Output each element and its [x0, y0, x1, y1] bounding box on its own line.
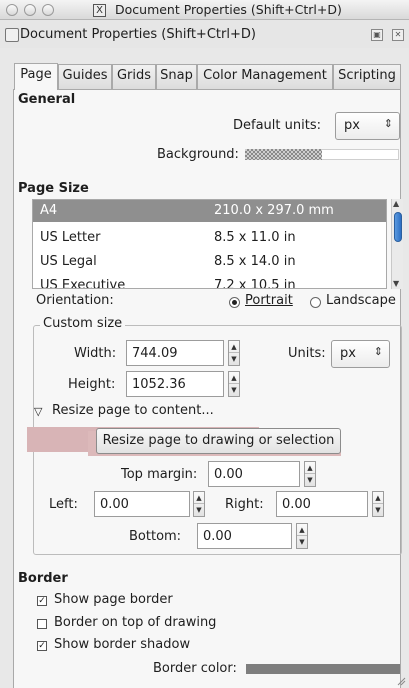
width-stepper[interactable]: ▲ ▼ [228, 340, 240, 366]
spin-up-icon[interactable]: ▲ [297, 524, 307, 536]
width-input[interactable]: 744.09 [126, 340, 224, 366]
right-margin-stepper[interactable]: ▲ ▼ [372, 491, 384, 517]
scroll-down-icon[interactable]: ▼ [393, 279, 399, 288]
tab-page[interactable]: Page [14, 63, 58, 90]
dock-close-button[interactable]: ✕ [392, 29, 404, 41]
height-stepper[interactable]: ▲ ▼ [228, 371, 240, 397]
height-label: Height: [68, 377, 116, 392]
page-size-heading: Page Size [18, 181, 89, 196]
list-item[interactable]: A4 210.0 x 297.0 mm [33, 200, 386, 222]
spin-down-icon[interactable]: ▼ [305, 474, 315, 486]
spin-down-icon[interactable]: ▼ [229, 353, 239, 365]
bottom-margin-stepper[interactable]: ▲ ▼ [296, 523, 308, 549]
units-label: Units: [288, 346, 326, 361]
page-size-dimensions: 8.5 x 14.0 in [214, 254, 296, 269]
right-margin-label: Right: [225, 497, 264, 512]
background-label: Background: [157, 147, 239, 162]
default-units-value: px [344, 118, 360, 133]
page-size-list[interactable]: A4 210.0 x 297.0 mm US Letter 8.5 x 11.0… [32, 199, 387, 289]
tab-grids[interactable]: Grids [112, 64, 156, 89]
spin-up-icon[interactable]: ▲ [305, 462, 315, 474]
page-size-dimensions: 210.0 x 297.0 mm [214, 203, 334, 218]
width-label: Width: [74, 346, 117, 361]
spin-down-icon[interactable]: ▼ [297, 536, 307, 548]
portrait-radio[interactable] [229, 297, 240, 308]
list-item[interactable]: US Letter 8.5 x 11.0 in [33, 227, 386, 249]
left-margin-stepper[interactable]: ▲ ▼ [193, 491, 205, 517]
list-item[interactable]: US Legal 8.5 x 14.0 in [33, 251, 386, 273]
document-properties-icon [5, 28, 19, 42]
right-margin-input[interactable]: 0.00 [276, 491, 368, 517]
updown-icon: ⇕ [383, 117, 393, 130]
bottom-margin-input[interactable]: 0.00 [197, 523, 292, 549]
window-close-button[interactable] [6, 4, 18, 16]
default-units-select[interactable]: px ⇕ [335, 112, 400, 140]
page-size-name: US Legal [40, 254, 97, 269]
top-margin-stepper[interactable]: ▲ ▼ [304, 461, 316, 487]
spin-up-icon[interactable]: ▲ [194, 492, 204, 504]
tab-color-management[interactable]: Color Management [197, 64, 333, 89]
orientation-label: Orientation: [36, 293, 114, 308]
scroll-up-icon[interactable]: ▲ [393, 199, 399, 208]
dock-restore-button[interactable]: ▣ [371, 29, 383, 41]
page-size-name: A4 [40, 203, 58, 218]
spin-up-icon[interactable]: ▲ [229, 372, 239, 384]
landscape-radio[interactable] [310, 297, 321, 308]
show-border-shadow-checkbox[interactable]: ✓ [37, 641, 47, 651]
bottom-margin-label: Bottom: [129, 529, 182, 544]
border-on-top-label[interactable]: Border on top of drawing [54, 615, 216, 630]
spin-up-icon[interactable]: ▲ [373, 492, 383, 504]
scrollbar-thumb[interactable] [394, 212, 402, 242]
page-size-dimensions: 7.2 x 10.5 in [214, 278, 296, 289]
resize-expander-label[interactable]: Resize page to content... [52, 403, 214, 418]
units-select[interactable]: px ⇕ [331, 340, 390, 368]
expander-arrow-icon[interactable]: ▽ [34, 405, 42, 418]
general-heading: General [18, 92, 76, 107]
landscape-label[interactable]: Landscape [326, 293, 396, 308]
height-input[interactable]: 1052.36 [126, 371, 224, 397]
tab-snap[interactable]: Snap [156, 64, 197, 89]
page-size-name: US Executive [40, 278, 126, 289]
portrait-label[interactable]: Portrait [245, 293, 293, 308]
left-margin-input[interactable]: 0.00 [94, 491, 190, 517]
window-maximize-button[interactable] [42, 4, 54, 16]
show-border-shadow-label[interactable]: Show border shadow [54, 637, 190, 652]
window-title: Document Properties (Shift+Ctrl+D) [115, 2, 342, 17]
border-heading: Border [18, 571, 68, 586]
border-color-label: Border color: [153, 661, 237, 676]
window-minimize-button[interactable] [24, 4, 36, 16]
tab-guides[interactable]: Guides [58, 64, 112, 89]
top-margin-label: Top margin: [121, 467, 198, 482]
page-size-name: US Letter [40, 230, 101, 245]
spin-down-icon[interactable]: ▼ [229, 384, 239, 396]
spin-down-icon[interactable]: ▼ [373, 504, 383, 516]
checkerboard-icon [245, 149, 322, 160]
top-margin-input[interactable]: 0.00 [208, 461, 300, 487]
tab-scripting[interactable]: Scripting [333, 64, 401, 89]
resize-grip-icon[interactable] [396, 676, 406, 686]
list-item[interactable]: US Executive 7.2 x 10.5 in [33, 275, 386, 289]
updown-icon: ⇕ [373, 345, 383, 358]
border-on-top-checkbox[interactable] [37, 619, 47, 629]
show-page-border-checkbox[interactable]: ✓ [37, 596, 47, 606]
default-units-label: Default units: [233, 118, 321, 133]
left-margin-label: Left: [49, 497, 78, 512]
custom-size-title: Custom size [40, 316, 126, 331]
spin-up-icon[interactable]: ▲ [229, 341, 239, 353]
app-icon: X [93, 4, 106, 17]
show-page-border-label[interactable]: Show page border [54, 592, 173, 607]
page-size-dimensions: 8.5 x 11.0 in [214, 230, 296, 245]
border-color-swatch[interactable] [246, 664, 400, 674]
spin-down-icon[interactable]: ▼ [194, 504, 204, 516]
resize-to-drawing-button[interactable]: Resize page to drawing or selection [96, 428, 341, 454]
units-value: px [340, 346, 356, 361]
dock-title: Document Properties (Shift+Ctrl+D) [20, 27, 256, 42]
